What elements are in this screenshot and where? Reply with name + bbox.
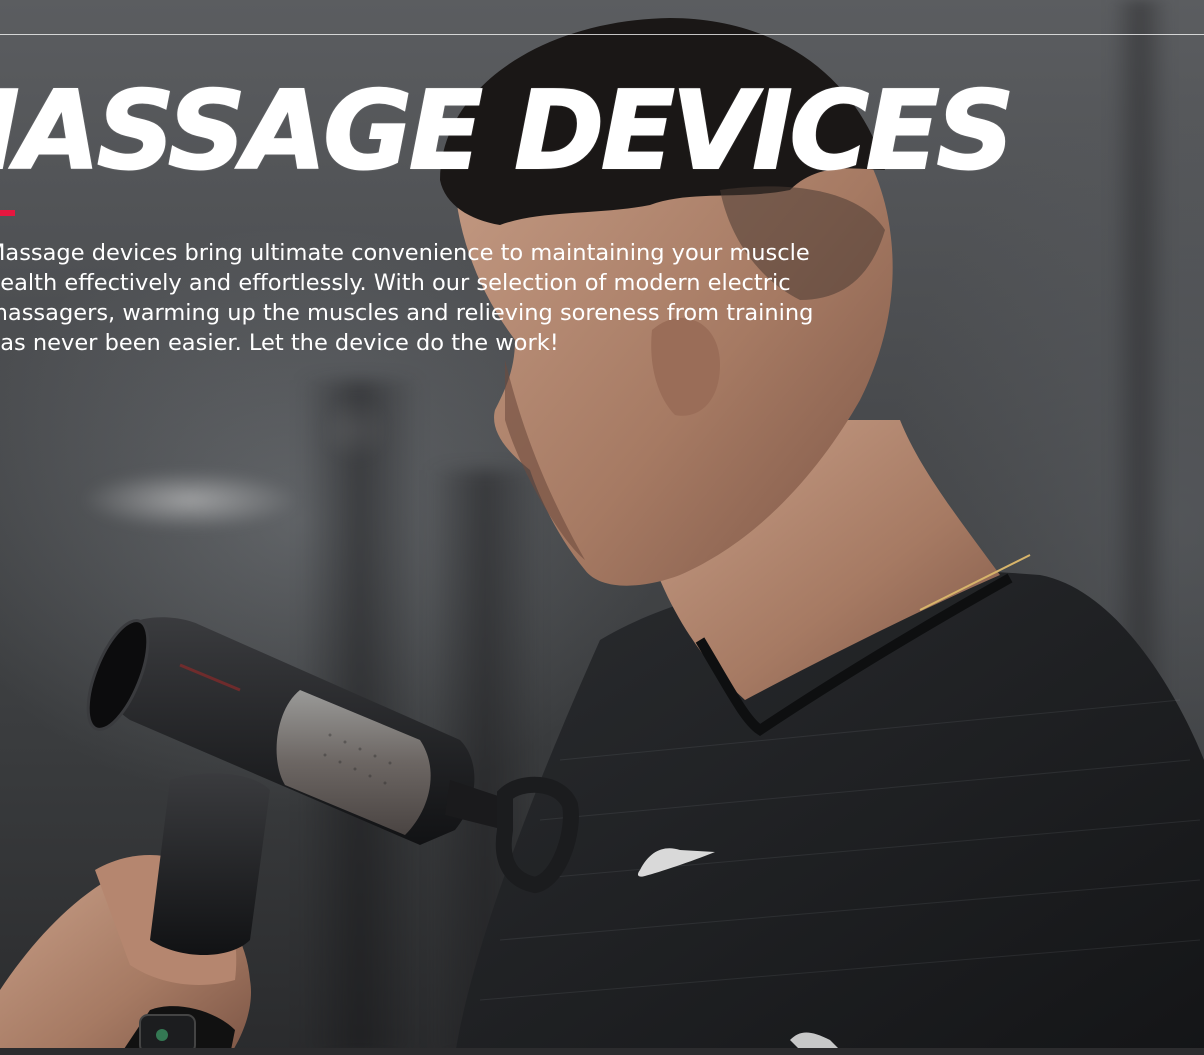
hero-description: Massage devices bring ultimate convenien…	[0, 240, 814, 356]
accent-bar	[0, 210, 15, 216]
top-divider	[0, 34, 1204, 35]
bottom-bar	[0, 1048, 1204, 1055]
page-title: MASSAGE DEVICES	[0, 69, 1015, 194]
hero-section: MASSAGE DEVICES Massage devices bring ul…	[0, 0, 1204, 1055]
